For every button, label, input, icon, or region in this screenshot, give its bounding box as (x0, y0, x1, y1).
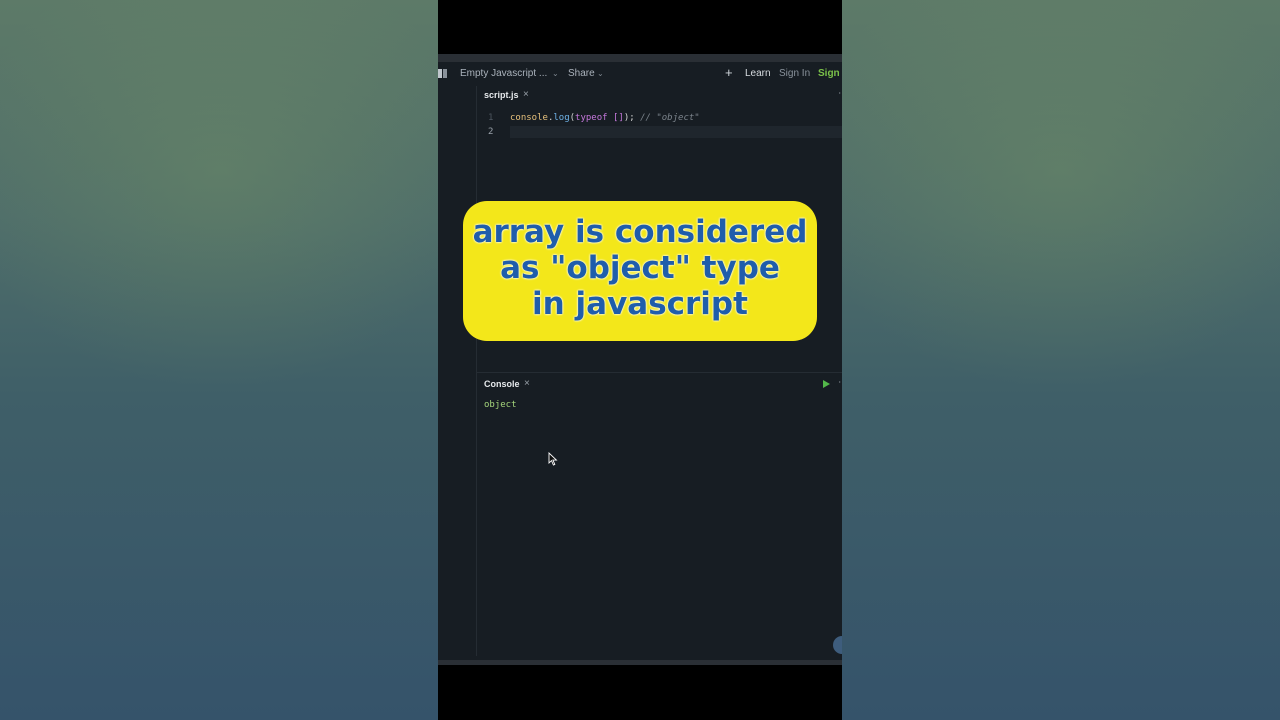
code-token-comment: // "object" (634, 113, 700, 123)
caption-text: array is considered as "object" type in … (463, 214, 817, 322)
chevron-down-icon[interactable]: ⌄ (597, 69, 604, 78)
console-output-line: object (484, 400, 517, 410)
top-navbar: Empty Javascript ... ⌄ Share ⌄ + Learn S… (438, 62, 842, 86)
code-playground-app: Empty Javascript ... ⌄ Share ⌄ + Learn S… (438, 54, 842, 665)
editor-gutter-divider (476, 86, 477, 656)
more-options-icon[interactable]: ⋯ (838, 377, 842, 388)
chevron-down-icon[interactable]: ⌄ (552, 69, 559, 78)
code-line-1[interactable]: console.log(typeof []); // "object" (510, 113, 700, 123)
code-token-object: console (510, 113, 548, 123)
caption-line: in javascript (532, 286, 748, 322)
code-token-close: ); (623, 113, 635, 123)
close-icon[interactable]: × (524, 378, 530, 389)
project-name-button[interactable]: Empty Javascript ... (460, 68, 547, 79)
sign-in-link[interactable]: Sign In (779, 68, 810, 79)
mouse-cursor-icon (548, 452, 558, 466)
browser-top-strip (438, 54, 842, 62)
line-number: 1 (488, 113, 494, 123)
sidebar-toggle-icon[interactable] (438, 69, 447, 78)
bottom-status-bar (438, 660, 842, 665)
caption-line: array is considered (472, 214, 808, 250)
code-token-keyword: typeof (575, 113, 608, 123)
tab-console[interactable]: Console (484, 379, 520, 389)
help-button[interactable] (833, 636, 842, 654)
plus-icon[interactable]: + (725, 65, 733, 80)
code-token-function: log (553, 113, 570, 123)
learn-link[interactable]: Learn (745, 68, 771, 79)
caption-line: as "object" type (500, 250, 780, 286)
run-icon[interactable] (823, 380, 830, 388)
code-token-array: [] (612, 113, 624, 123)
more-options-icon[interactable]: ⋯ (838, 88, 842, 99)
console-separator (476, 372, 842, 373)
video-frame: Empty Javascript ... ⌄ Share ⌄ + Learn S… (438, 0, 842, 720)
line-number: 2 (488, 127, 494, 137)
tab-script-js[interactable]: script.js (484, 90, 519, 100)
caption-overlay: array is considered as "object" type in … (463, 201, 817, 341)
share-button[interactable]: Share (568, 68, 595, 79)
close-icon[interactable]: × (523, 89, 529, 100)
sign-up-button[interactable]: Sign U (818, 68, 842, 79)
active-line-highlight (510, 126, 842, 138)
